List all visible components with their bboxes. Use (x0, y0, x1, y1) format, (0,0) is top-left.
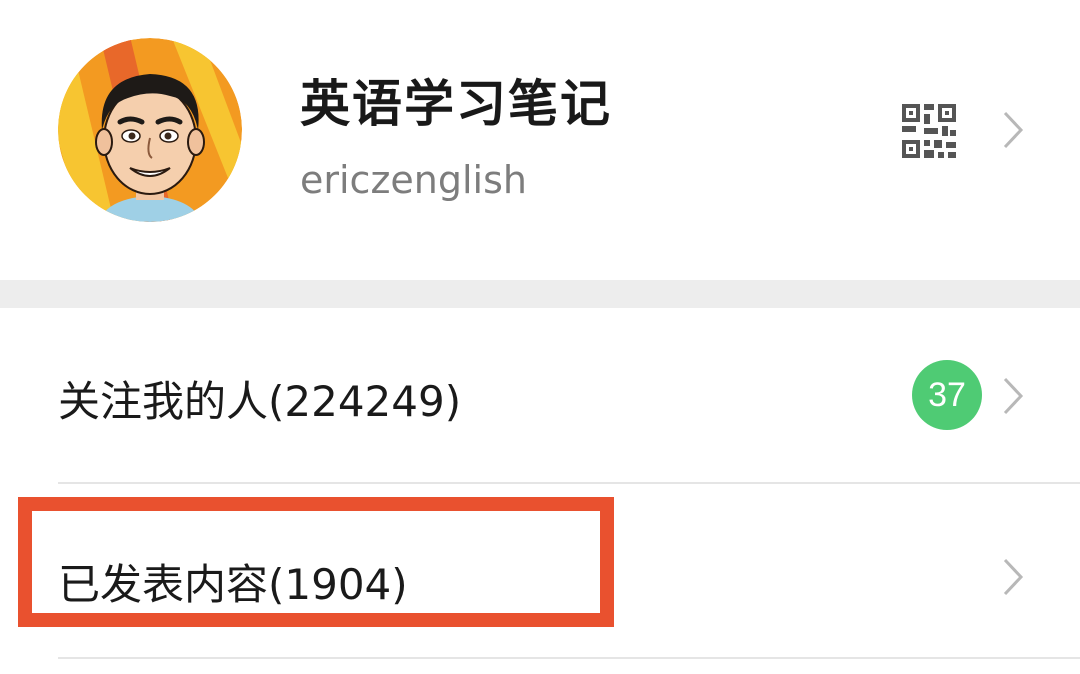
avatar (58, 38, 242, 222)
profile-header[interactable]: 英语学习笔记 ericzenglish (0, 0, 1080, 280)
account-id: ericzenglish (300, 158, 527, 202)
cartoon-avatar-icon (58, 38, 242, 222)
profile-name: 英语学习笔记 (300, 75, 612, 133)
row-divider (58, 657, 1080, 659)
qr-code-icon[interactable] (902, 104, 956, 158)
published-content-row[interactable]: 已发表内容(1904) (0, 485, 1080, 657)
followers-label: 关注我的人(224249) (58, 377, 462, 426)
row-divider (58, 482, 1080, 484)
section-separator (0, 280, 1080, 308)
chevron-right-icon (1003, 377, 1024, 415)
published-label: 已发表内容(1904) (58, 560, 408, 609)
new-followers-badge: 37 (912, 360, 982, 430)
account-page: 英语学习笔记 ericzenglish 关注我的人(224249) 37 已发表… (0, 0, 1080, 674)
chevron-right-icon (1003, 558, 1024, 596)
followers-row[interactable]: 关注我的人(224249) 37 (0, 308, 1080, 484)
chevron-right-icon (1003, 111, 1024, 149)
